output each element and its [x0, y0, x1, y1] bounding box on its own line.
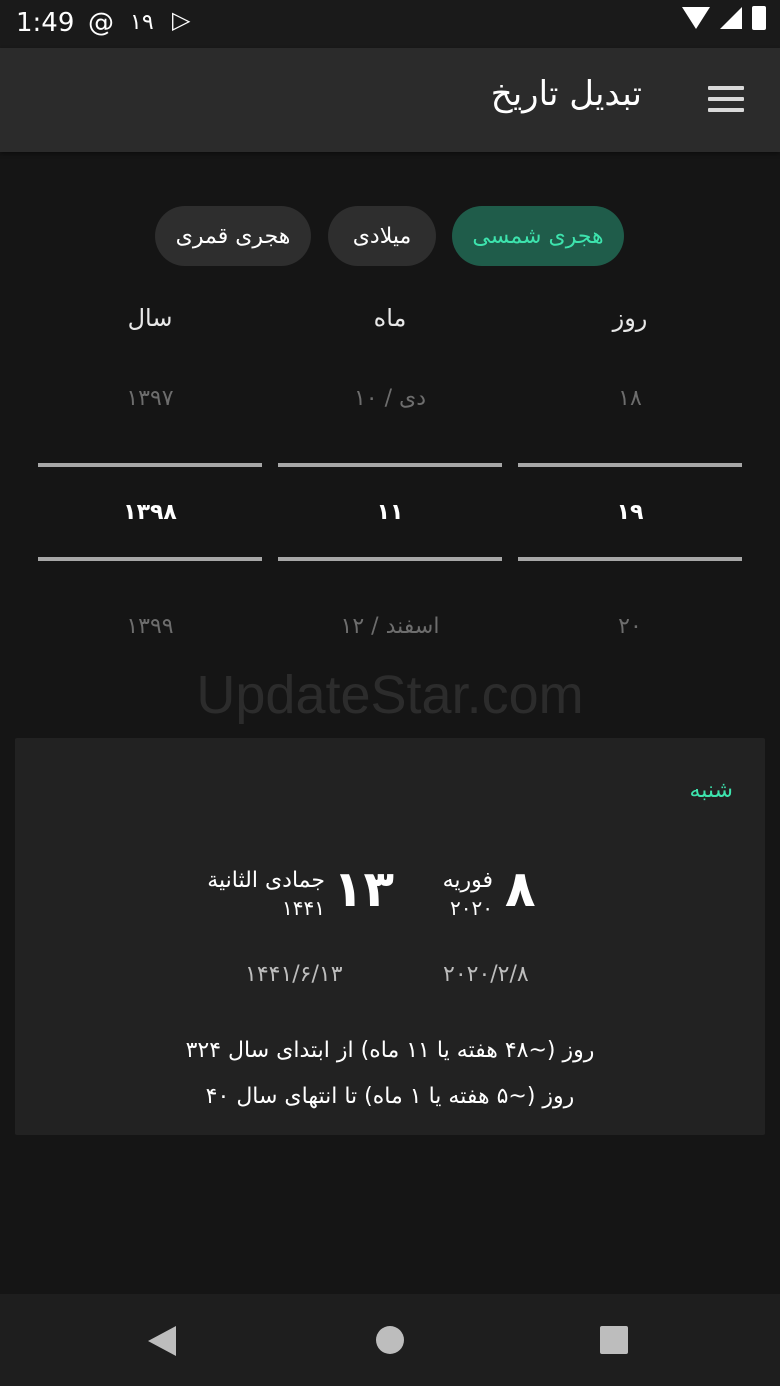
play-store-icon: ▷	[172, 6, 191, 34]
back-icon[interactable]	[148, 1326, 176, 1356]
gregorian-short-date: ۲۰۲۰/۲/۸	[443, 962, 529, 987]
tab-miladi[interactable]: میلادی	[328, 206, 436, 266]
hijri-day: ۱۳	[333, 860, 395, 918]
tab-hijri-qamari[interactable]: هجری قمری	[155, 206, 311, 266]
year-column-label: سال	[127, 304, 173, 332]
app-bar: تبدیل تاریخ	[0, 48, 780, 152]
days-since-start: ۳۲۴ روز (~۴۸ هفته یا ۱۱ ماه) از ابتدای س…	[185, 1038, 595, 1063]
gregorian-day: ۸	[505, 860, 536, 918]
month-picker-prev[interactable]: دی / ۱۰	[278, 386, 502, 411]
wifi-icon	[682, 7, 710, 29]
status-bar: 1:49 @ ۱۹ ▷	[0, 0, 780, 48]
month-picker-divider-bottom	[278, 557, 502, 561]
battery-icon	[752, 6, 766, 30]
hamburger-menu-icon[interactable]	[708, 86, 744, 112]
system-nav-bar	[0, 1294, 780, 1386]
result-card: شنبه ۸ فوریه ۲۰۲۰ ۱۳ جمادی الثانیة ۱۴۴۱ …	[15, 738, 765, 1135]
year-picker-next[interactable]: ۱۳۹۹	[38, 614, 262, 639]
days-until-end: ۴۰ روز (~۵ هفته یا ۱ ماه) تا انتهای سال	[205, 1084, 575, 1109]
signal-icon	[720, 7, 742, 29]
day-picker-selected[interactable]: ۱۹	[518, 500, 742, 525]
status-icons	[682, 6, 766, 30]
hijri-year: ۱۴۴۱	[282, 896, 325, 920]
hijri-short-date: ۱۴۴۱/۶/۱۳	[245, 962, 343, 987]
gregorian-month: فوریه	[442, 868, 493, 893]
month-picker-selected[interactable]: ۱۱	[278, 500, 502, 525]
day-column-label: روز	[612, 304, 648, 332]
year-picker-divider-top	[38, 463, 262, 467]
day-picker-divider-top	[518, 463, 742, 467]
weekday-label: شنبه	[689, 778, 733, 803]
watermark: UpdateStar.com	[196, 665, 584, 725]
recent-apps-icon[interactable]	[600, 1326, 628, 1354]
year-picker-prev[interactable]: ۱۳۹۷	[38, 386, 262, 411]
tab-hijri-shamsi[interactable]: هجری شمسی	[452, 206, 624, 266]
gregorian-year: ۲۰۲۰	[450, 896, 493, 920]
year-picker-selected[interactable]: ۱۳۹۸	[38, 500, 262, 525]
calendar-type-tabs: هجری شمسی میلادی هجری قمری	[0, 206, 780, 266]
day-picker-divider-bottom	[518, 557, 742, 561]
year-picker-divider-bottom	[38, 557, 262, 561]
page-title: تبدیل تاریخ	[490, 74, 642, 114]
month-column-label: ماه	[373, 304, 407, 332]
hijri-month: جمادی الثانیة	[207, 868, 325, 893]
month-picker-next[interactable]: اسفند / ۱۲	[278, 614, 502, 639]
home-icon[interactable]	[376, 1326, 404, 1354]
day-picker-prev[interactable]: ۱۸	[518, 386, 742, 411]
month-picker-divider-top	[278, 463, 502, 467]
day-picker-next[interactable]: ۲۰	[518, 614, 742, 639]
at-sign-icon: @	[88, 8, 114, 38]
status-time: 1:49	[16, 8, 75, 38]
notification-count: ۱۹	[130, 10, 154, 35]
